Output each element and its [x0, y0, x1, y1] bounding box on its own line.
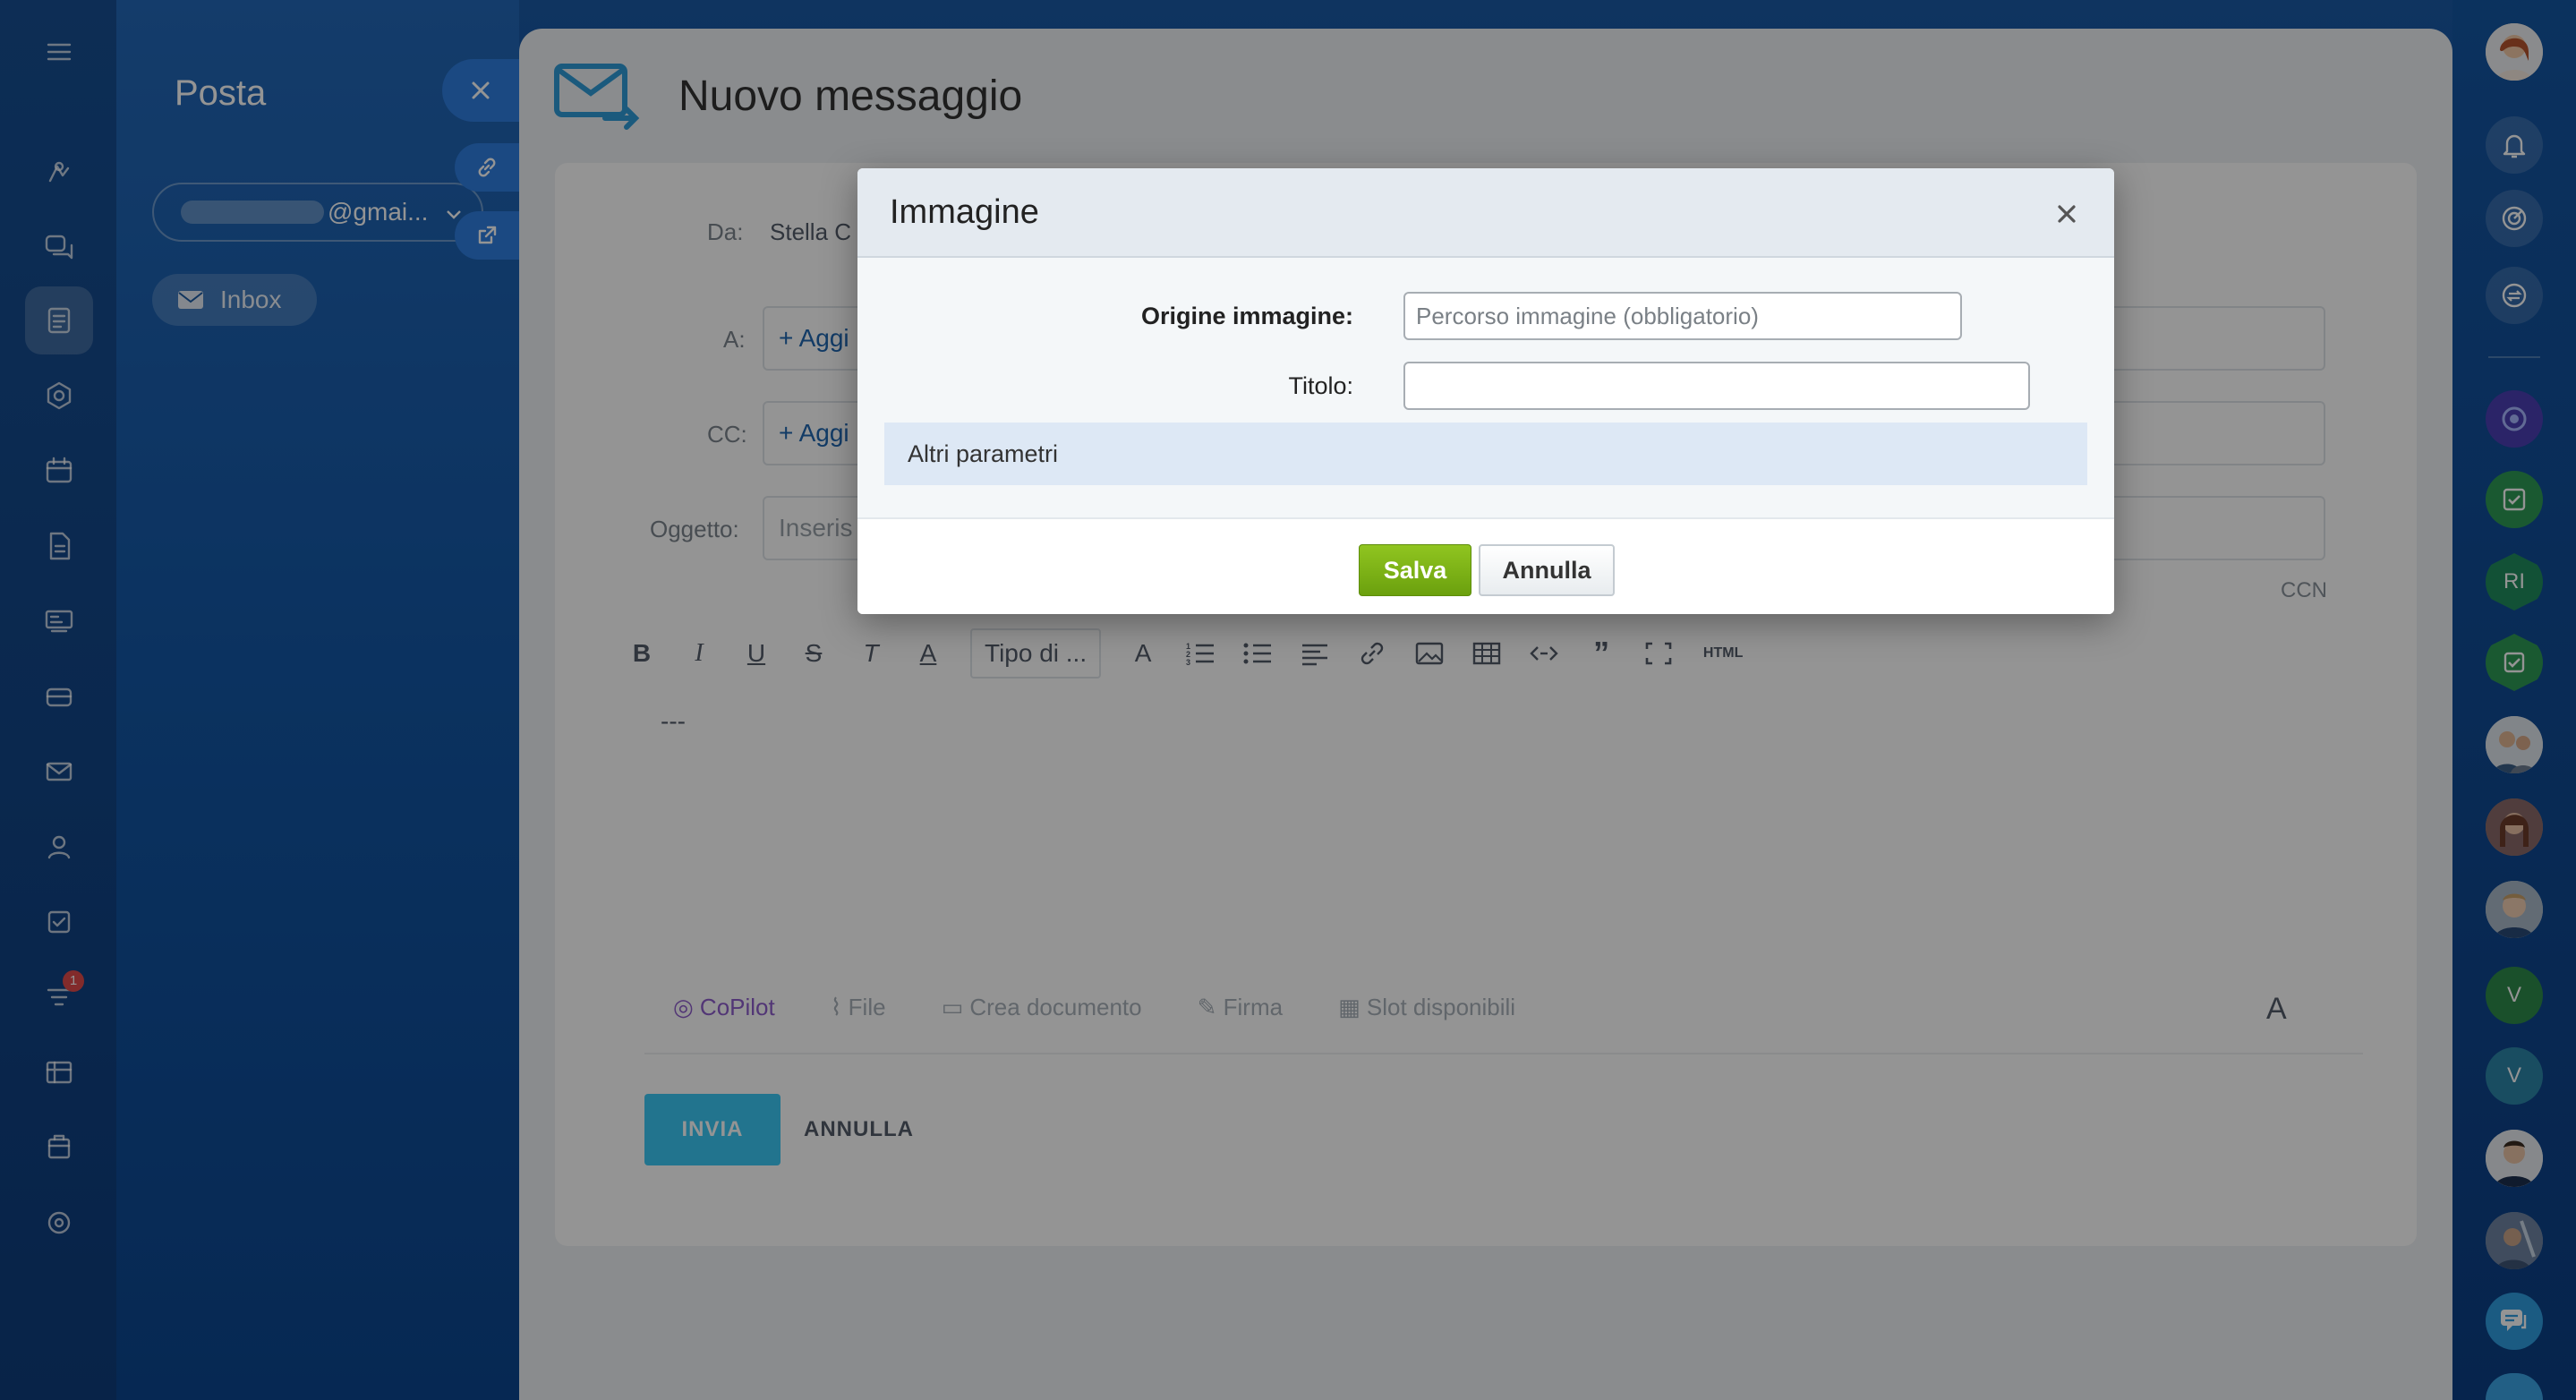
image-source-input[interactable] [1403, 292, 1962, 340]
cancel-button[interactable]: Annulla [1479, 544, 1615, 596]
image-source-label: Origine immagine: [1140, 303, 1353, 329]
close-icon[interactable] [2055, 202, 2078, 226]
image-title-input[interactable] [1403, 362, 2030, 410]
dialog-footer: Salva Annulla [857, 517, 2114, 614]
dialog-header: Immagine [857, 168, 2114, 258]
more-parameters-toggle[interactable]: Altri parametri [884, 423, 2087, 485]
image-dialog: Immagine Origine immagine: Titolo: Altri… [857, 168, 2114, 614]
save-button[interactable]: Salva [1359, 544, 1471, 596]
dialog-title: Immagine [890, 193, 1039, 231]
dialog-body: Origine immagine: Titolo: Altri parametr… [857, 258, 2114, 517]
image-title-label: Titolo: [1288, 372, 1353, 399]
more-parameters-label: Altri parametri [908, 440, 1059, 467]
